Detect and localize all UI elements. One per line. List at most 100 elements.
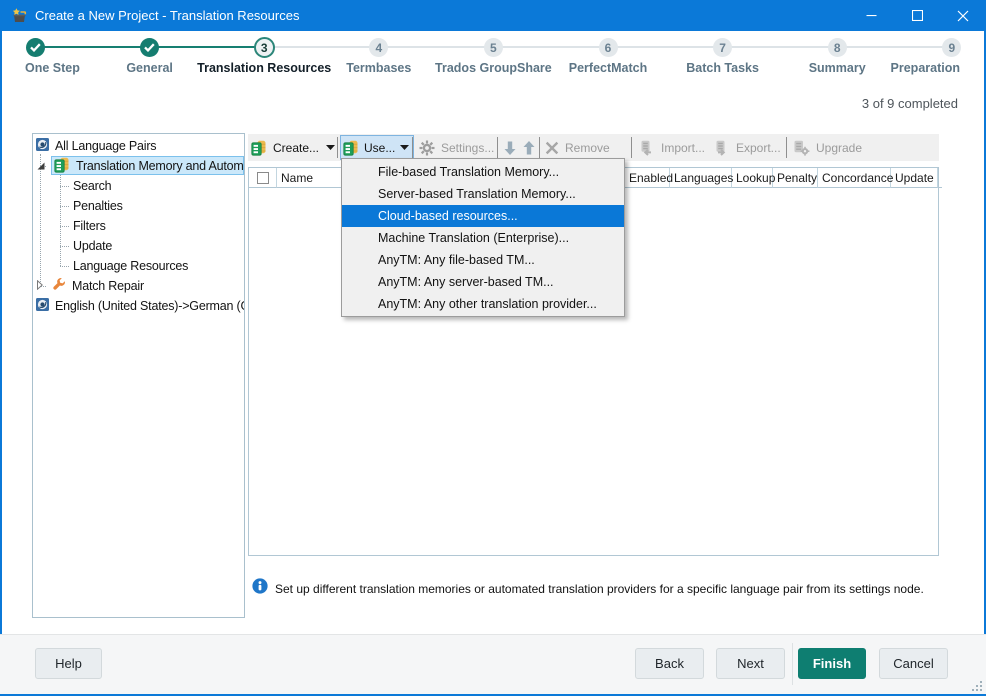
toolbar-button-label: Use... bbox=[364, 141, 395, 155]
help-button[interactable]: Help bbox=[35, 648, 102, 679]
tree-item-label: Match Repair bbox=[72, 279, 144, 293]
import-button[interactable]: Import... bbox=[638, 135, 705, 160]
arrow-down-icon bbox=[502, 140, 518, 156]
settings-button[interactable]: Settings... bbox=[419, 135, 494, 160]
menu-item-cloud-based-resources[interactable]: Cloud-based resources... bbox=[342, 205, 624, 227]
settings-tree: All Language Pairs Translation Memory and… bbox=[32, 133, 245, 618]
back-button[interactable]: Back bbox=[635, 648, 704, 679]
menu-item-anytm-any-other-translation-provider[interactable]: AnyTM: Any other translation provider... bbox=[342, 293, 624, 315]
step-circle-3: 3 bbox=[254, 37, 275, 58]
toolbar-separator bbox=[497, 137, 498, 158]
step-circle-5: 5 bbox=[484, 38, 503, 57]
tree-item-label: Language Resources bbox=[73, 259, 188, 273]
tree-item-match-repair[interactable]: Match Repair bbox=[33, 276, 244, 296]
upgrade-button[interactable]: Upgrade bbox=[793, 135, 862, 160]
step-label-3: Translation Resources bbox=[197, 61, 331, 75]
step-circle-8: 8 bbox=[828, 38, 847, 57]
export-button[interactable]: Export... bbox=[713, 135, 781, 160]
gear-icon bbox=[419, 140, 435, 156]
minimize-button[interactable] bbox=[848, 0, 894, 31]
wrench-icon bbox=[52, 278, 66, 295]
caret-down-icon bbox=[326, 145, 335, 150]
tree-item-english-united-states-german-ge[interactable]: English (United States)->German (Ge bbox=[33, 296, 244, 316]
header-checkbox-cell bbox=[249, 168, 277, 188]
tree-item-search[interactable]: Search bbox=[33, 176, 244, 196]
menu-item-anytm-any-server-based-tm[interactable]: AnyTM: Any server-based TM... bbox=[342, 271, 624, 293]
step-circle-2 bbox=[140, 38, 159, 57]
toolbar-separator bbox=[631, 137, 632, 158]
tree-item-translation-memory-and-automa[interactable]: Translation Memory and Automa bbox=[33, 156, 244, 176]
toolbar-separator bbox=[539, 137, 540, 158]
translation-memory-icon bbox=[251, 140, 267, 156]
tree-item-label: Update bbox=[73, 239, 112, 253]
wizard-stepper: One StepGeneral3Translation Resources4Te… bbox=[2, 31, 984, 119]
titlebar: Create a New Project - Translation Resou… bbox=[0, 0, 986, 31]
toolbar-button-label: Import... bbox=[661, 141, 705, 155]
step-label-6: PerfectMatch bbox=[569, 61, 648, 75]
check-icon bbox=[30, 41, 41, 55]
tree-item-all-language-pairs[interactable]: All Language Pairs bbox=[33, 136, 244, 156]
tree-item-label: Translation Memory and Automa bbox=[76, 159, 244, 173]
toolbar-button-label: Settings... bbox=[441, 141, 494, 155]
step-circle-6: 6 bbox=[599, 38, 618, 57]
remove-button[interactable]: Remove bbox=[545, 135, 610, 160]
column-header-Update[interactable]: Update bbox=[891, 168, 938, 188]
tree-item-filters[interactable]: Filters bbox=[33, 216, 244, 236]
tree-item-update[interactable]: Update bbox=[33, 236, 244, 256]
next-button[interactable]: Next bbox=[716, 648, 785, 679]
expander-collapsed-icon[interactable] bbox=[37, 279, 43, 293]
menu-item-anytm-any-file-based-tm[interactable]: AnyTM: Any file-based TM... bbox=[342, 249, 624, 271]
toolbar-button-label: Remove bbox=[565, 141, 610, 155]
move-down-button[interactable] bbox=[502, 135, 518, 160]
step-circle-7: 7 bbox=[713, 38, 732, 57]
expander-expanded-icon[interactable] bbox=[37, 159, 45, 173]
step-label-4: Termbases bbox=[346, 61, 411, 75]
toolbar-button-label: Create... bbox=[273, 141, 319, 155]
step-circle-9: 9 bbox=[942, 38, 961, 57]
toolbar-separator bbox=[786, 137, 787, 158]
use-button[interactable]: Use... bbox=[340, 135, 414, 160]
close-button[interactable] bbox=[940, 0, 986, 31]
tree-item-label: Search bbox=[73, 179, 111, 193]
export-icon bbox=[713, 140, 730, 156]
translation-memory-icon bbox=[54, 157, 70, 176]
tree-item-label: All Language Pairs bbox=[55, 139, 156, 153]
tree-item-label: Penalties bbox=[73, 199, 123, 213]
translation-memory-icon bbox=[343, 140, 359, 156]
column-header-Languages[interactable]: Languages bbox=[670, 168, 732, 188]
window-controls bbox=[848, 0, 986, 31]
tree-item-language-resources[interactable]: Language Resources bbox=[33, 256, 244, 276]
toolbar-separator bbox=[337, 137, 338, 158]
wizard-progress-text: 3 of 9 completed bbox=[862, 96, 958, 111]
dialog-window: Create a New Project - Translation Resou… bbox=[0, 0, 986, 696]
use-dropdown-menu: File-based Translation Memory...Server-b… bbox=[341, 158, 625, 317]
move-up-button[interactable] bbox=[521, 135, 537, 160]
maximize-button[interactable] bbox=[894, 0, 940, 31]
cancel-button[interactable]: Cancel bbox=[879, 648, 948, 679]
create-button[interactable]: Create... bbox=[251, 135, 335, 160]
footer-divider bbox=[792, 643, 793, 685]
column-header-Penalty[interactable]: Penalty bbox=[773, 168, 818, 188]
window-title: Create a New Project - Translation Resou… bbox=[35, 8, 299, 23]
step-label-9: Preparation bbox=[891, 61, 960, 75]
menu-item-server-based-translation-memory[interactable]: Server-based Translation Memory... bbox=[342, 183, 624, 205]
check-icon bbox=[144, 41, 155, 55]
select-all-checkbox[interactable] bbox=[257, 172, 269, 184]
info-icon bbox=[252, 578, 268, 599]
toolbar-separator bbox=[412, 137, 413, 158]
column-header-Lookup[interactable]: Lookup bbox=[732, 168, 773, 188]
finish-button[interactable]: Finish bbox=[798, 648, 866, 679]
step-label-8: Summary bbox=[809, 61, 866, 75]
menu-item-machine-translation-enterprise[interactable]: Machine Translation (Enterprise)... bbox=[342, 227, 624, 249]
arrow-up-icon bbox=[521, 140, 537, 156]
tree-item-penalties[interactable]: Penalties bbox=[33, 196, 244, 216]
resize-grip[interactable] bbox=[971, 679, 983, 691]
column-header-Concordance[interactable]: Concordance bbox=[818, 168, 891, 188]
step-label-2: General bbox=[126, 61, 173, 75]
menu-item-file-based-translation-memory[interactable]: File-based Translation Memory... bbox=[342, 161, 624, 183]
import-icon bbox=[638, 140, 655, 156]
column-header-Enabled[interactable]: Enabled bbox=[625, 168, 670, 188]
step-label-1: One Step bbox=[25, 61, 80, 75]
footer: Help Back Next Finish Cancel bbox=[0, 634, 986, 694]
toolbar-button-label: Export... bbox=[736, 141, 781, 155]
